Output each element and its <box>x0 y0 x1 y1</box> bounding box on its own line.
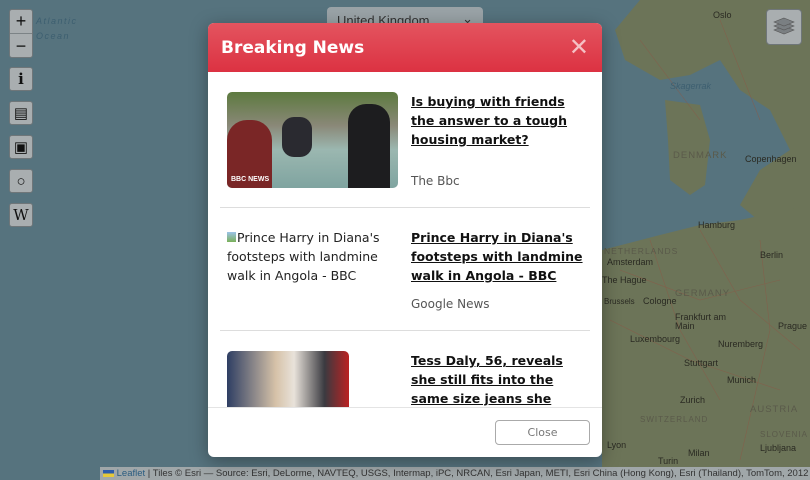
wikipedia-icon: W <box>13 206 29 224</box>
modal-footer: Close <box>208 407 602 457</box>
leaflet-link[interactable]: Leaflet <box>117 468 146 479</box>
map-label: Ocean <box>36 31 71 41</box>
attribution: Leaflet | Tiles © Esri — Source: Esri, D… <box>100 467 810 480</box>
map-label: Stuttgart <box>684 358 719 368</box>
close-button[interactable]: Close <box>495 420 590 445</box>
map-label: Luxembourg <box>630 334 681 344</box>
news-image[interactable]: BBC NEWS <box>227 92 398 188</box>
info-button[interactable]: i <box>9 67 33 91</box>
wikipedia-button[interactable]: W <box>9 203 33 227</box>
newspaper-icon: ▤ <box>13 105 29 122</box>
map-label: Ljubljana <box>760 443 797 453</box>
layers-icon <box>773 17 795 35</box>
news-source: The Bbc <box>411 174 460 188</box>
money-icon: ▣ <box>13 139 29 156</box>
settings-button[interactable]: ○ <box>9 169 33 193</box>
map-label: DENMARK <box>673 150 728 161</box>
map-label: Atlantic <box>36 16 78 26</box>
bbc-news-badge: BBC NEWS <box>231 176 270 183</box>
zoom-out-button[interactable]: − <box>10 34 32 58</box>
news-title-link[interactable]: Prince Harry in Diana's footsteps with l… <box>411 228 583 285</box>
modal-title: Breaking News <box>221 37 365 58</box>
currency-button[interactable]: ▣ <box>9 135 33 159</box>
broken-image-icon <box>227 232 236 242</box>
map-label: Milan <box>688 448 710 458</box>
news-item: Tess Daly, 56, reveals she still fits in… <box>220 331 590 407</box>
map-label: SWITZERLAND <box>640 415 709 424</box>
map-label: Oslo <box>713 10 732 20</box>
map-label: Brussels <box>604 297 635 306</box>
map-label: Prague <box>778 321 808 331</box>
news-list[interactable]: BBC NEWS Is buying with friends the answ… <box>208 72 602 407</box>
layers-button[interactable] <box>766 9 802 45</box>
map-label: Berlin <box>760 250 784 260</box>
news-item: Prince Harry in Diana's footsteps with l… <box>220 208 590 331</box>
settings-icon: ○ <box>16 172 26 190</box>
zoom-in-button[interactable]: + <box>10 10 32 34</box>
map-label: Hamburg <box>698 220 736 230</box>
map-label: Cologne <box>643 296 677 306</box>
map-label: Turin <box>658 456 679 466</box>
map-label: Frankfurt am Main <box>675 312 727 331</box>
map-label: SLOVENIA <box>760 430 809 439</box>
breaking-news-modal: Breaking News ✕ BBC NEWS Is buying with … <box>208 23 602 457</box>
modal-header: Breaking News ✕ <box>208 23 602 72</box>
info-icon: i <box>18 70 24 88</box>
map-label: Nuremberg <box>718 339 764 349</box>
news-title-link[interactable]: Is buying with friends the answer to a t… <box>411 92 583 149</box>
zoom-control: + − <box>9 9 33 58</box>
map-label: Lyon <box>607 440 627 450</box>
map-label: Amsterdam <box>607 257 654 267</box>
image-alt: Prince Harry in Diana's footsteps with l… <box>227 230 380 283</box>
map-label: NETHERLANDS <box>604 246 679 256</box>
attribution-text: | Tiles © Esri — Source: Esri, DeLorme, … <box>145 468 809 479</box>
map-label: Zurich <box>680 395 706 405</box>
map-label: Munich <box>727 375 757 385</box>
close-icon[interactable]: ✕ <box>569 35 589 60</box>
news-source: Google News <box>411 297 490 311</box>
map-label: AUSTRIA <box>750 404 799 415</box>
news-item: BBC NEWS Is buying with friends the answ… <box>220 72 590 208</box>
news-button[interactable]: ▤ <box>9 101 33 125</box>
map-label: Skagerrak <box>670 81 712 91</box>
ukraine-flag-icon <box>103 469 114 477</box>
news-title-link[interactable]: Tess Daly, 56, reveals she still fits in… <box>411 351 583 407</box>
broken-image-alt-text[interactable]: Prince Harry in Diana's footsteps with l… <box>227 228 398 311</box>
map-label: GERMANY <box>675 288 731 299</box>
map-label: Copenhagen <box>745 154 797 164</box>
news-image[interactable] <box>227 351 349 407</box>
map-label: The Hague <box>602 275 647 285</box>
